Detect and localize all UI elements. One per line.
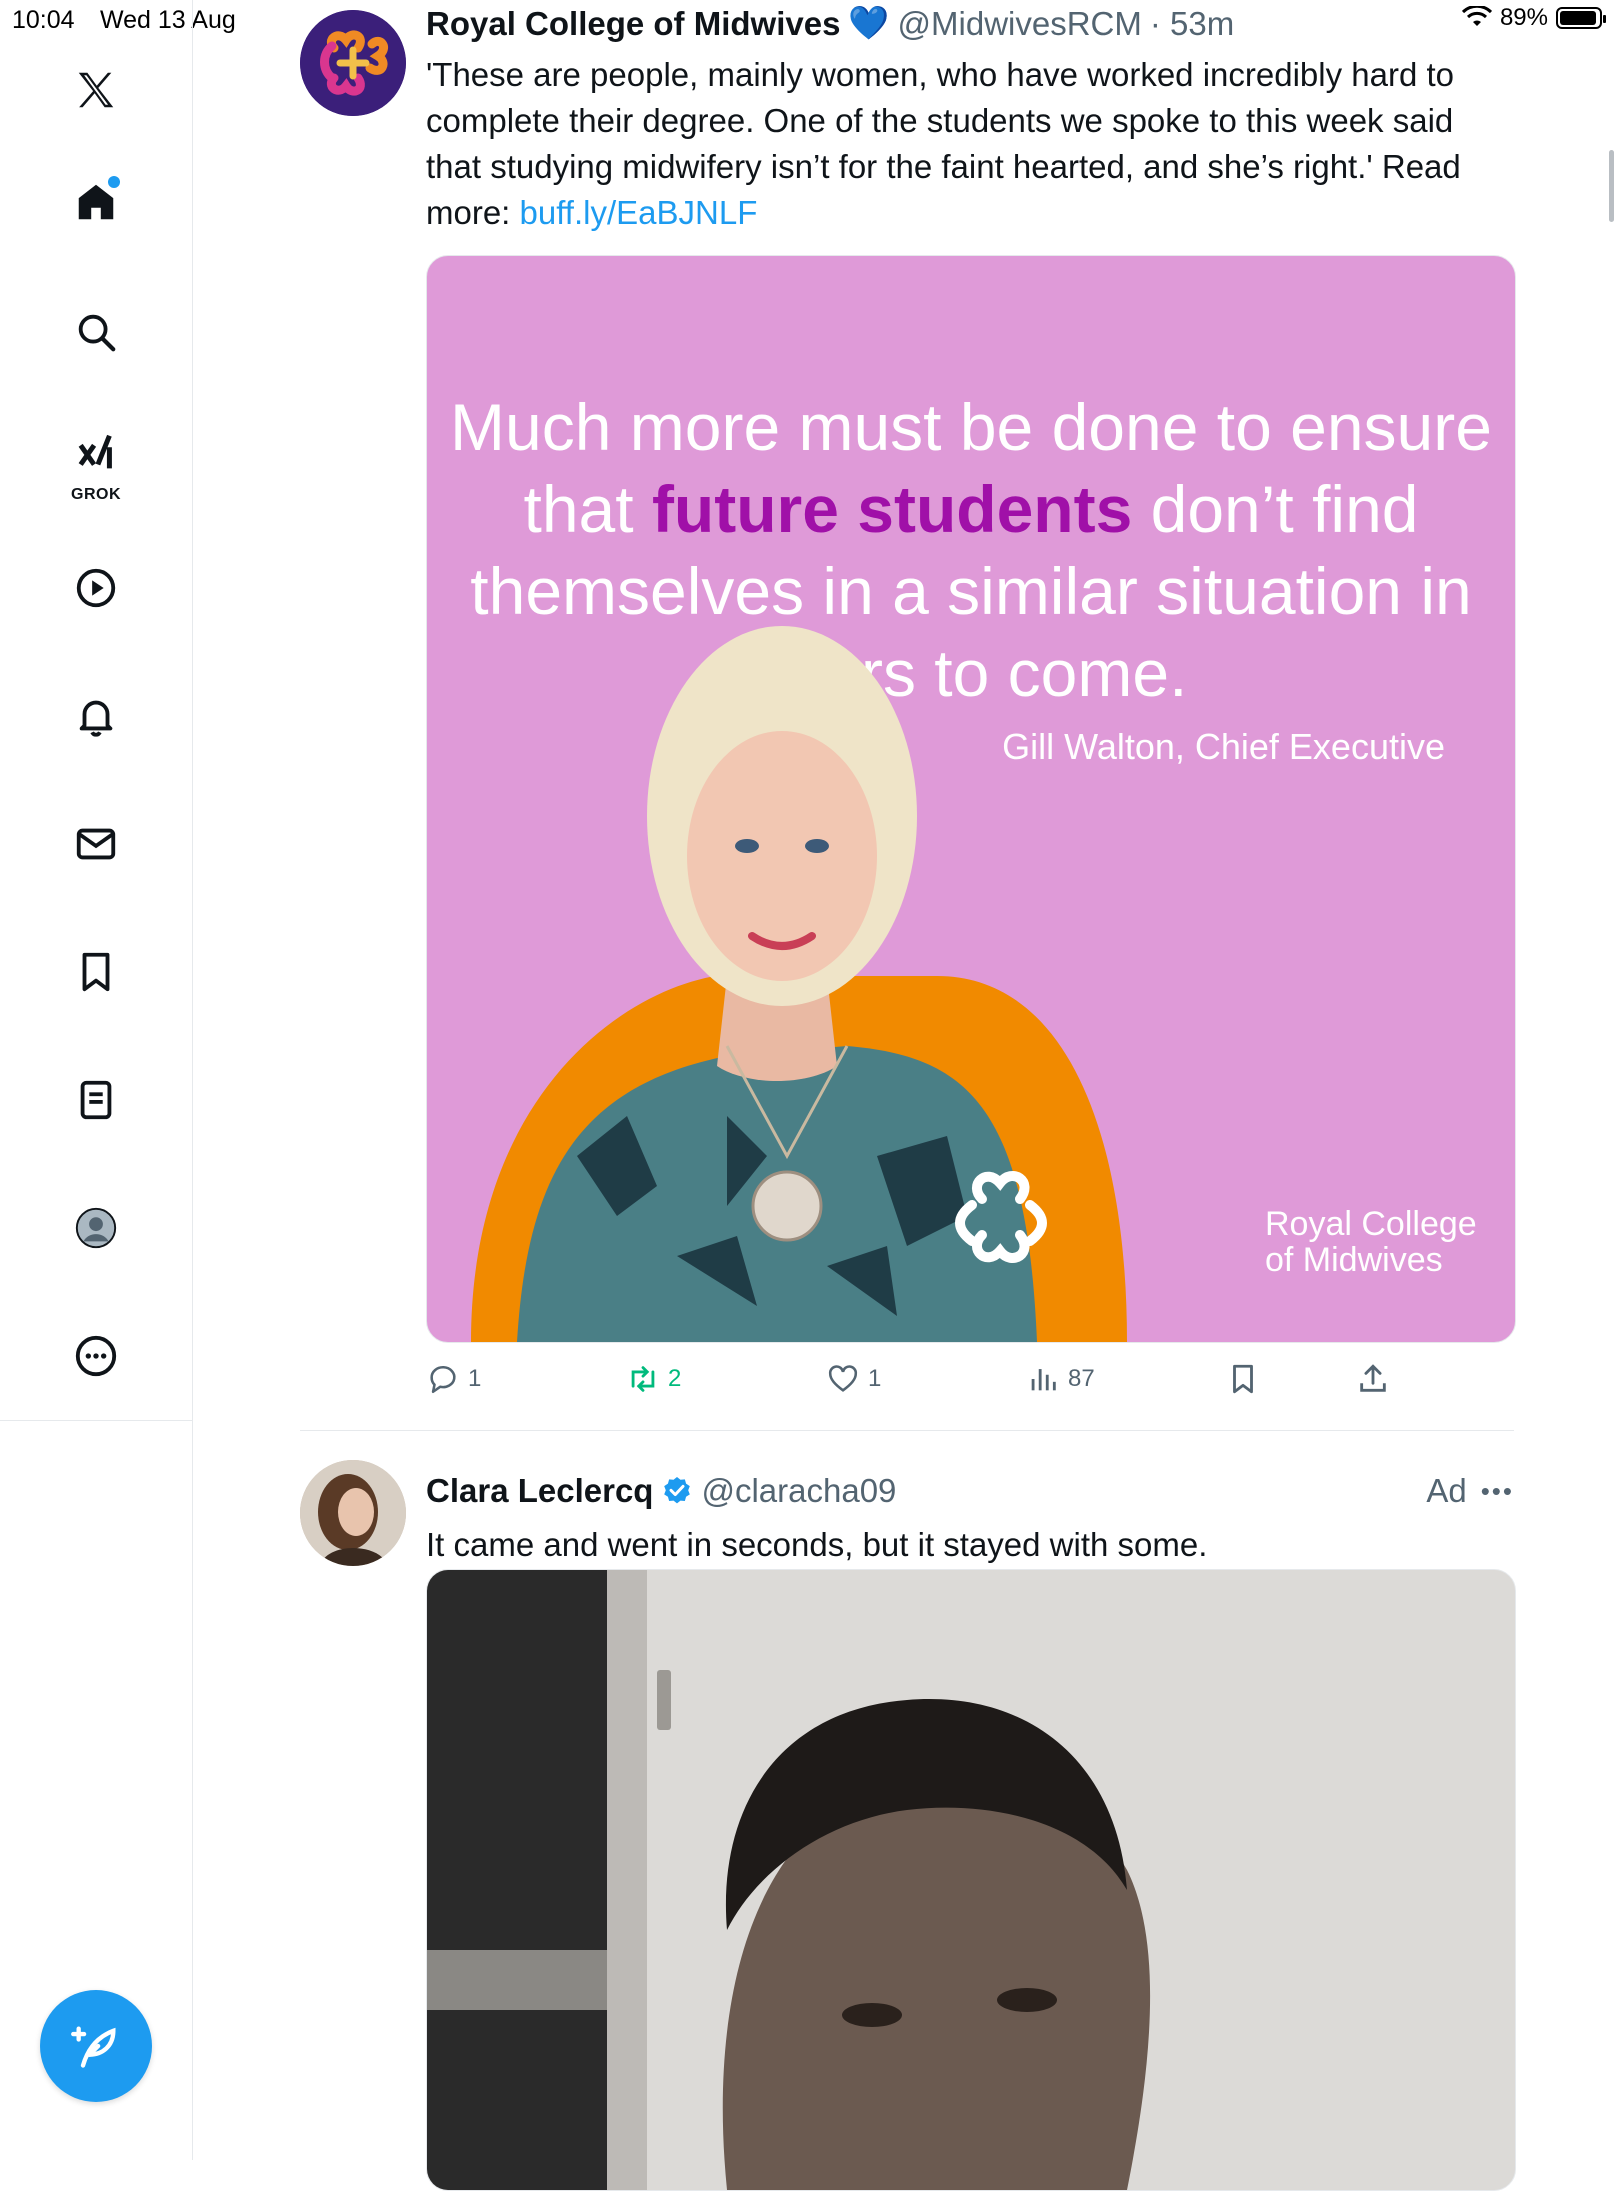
bell-icon <box>79 700 113 737</box>
heart-icon <box>828 1365 858 1392</box>
sidebar-item-bookmarks[interactable] <box>66 942 126 1002</box>
author-name[interactable]: Royal College of Midwives <box>426 5 840 43</box>
ad-label-group: Ad ••• <box>1426 1472 1514 1510</box>
logo-line-1: Royal College <box>1265 1205 1477 1243</box>
tweet-media-image[interactable] <box>426 1569 1516 2191</box>
sidebar-divider <box>0 1420 192 1421</box>
sidebar-item-grok[interactable]: GROK <box>66 420 126 503</box>
sidebar-item-home[interactable] <box>66 172 126 232</box>
sidebar-item-more[interactable] <box>66 1326 126 1386</box>
tweet-link[interactable]: buff.ly/EaBJNLF <box>520 194 758 231</box>
play-icon <box>76 568 116 608</box>
bookmark-button[interactable] <box>1226 1362 1260 1396</box>
rcm-logo-text: Royal College of Midwives <box>1265 1206 1477 1278</box>
views-button[interactable]: 87 <box>1026 1362 1095 1396</box>
sidebar-item-messages[interactable] <box>66 814 126 874</box>
logo-line-2: of Midwives <box>1265 1241 1443 1279</box>
like-button[interactable]: 1 <box>826 1362 881 1396</box>
sidebar-item-explore[interactable] <box>66 302 126 362</box>
author-name[interactable]: Clara Leclercq <box>426 1472 653 1510</box>
scrollbar[interactable] <box>1609 150 1614 222</box>
share-button[interactable] <box>1356 1362 1390 1396</box>
rcm-avatar[interactable] <box>300 10 406 116</box>
tweet-author-line: Royal College of Midwives 💙 @MidwivesRCM… <box>426 4 1234 43</box>
rcm-logo-icon <box>300 10 406 116</box>
mail-icon <box>76 828 116 860</box>
clara-photo <box>300 1460 406 1566</box>
repost-button[interactable]: 2 <box>626 1362 681 1396</box>
clara-avatar[interactable] <box>300 1460 406 1566</box>
blue-heart-emoji: 💙 <box>848 4 890 41</box>
tweet-actions: 1 2 1 87 <box>426 1362 1426 1402</box>
ad-label: Ad <box>1426 1472 1467 1509</box>
bookmark-icon <box>82 952 110 992</box>
compose-feather-icon <box>71 2026 116 2068</box>
tweet-media-image[interactable]: Much more must be done to ensure that fu… <box>426 255 1516 1343</box>
portrait-illustration <box>471 626 1127 1342</box>
bookmark-icon <box>1233 1364 1253 1394</box>
sidebar-item-lists[interactable] <box>66 1070 126 1130</box>
tweet-rcm[interactable]: Royal College of Midwives 💙 @MidwivesRCM… <box>300 0 1516 1430</box>
views-chart-icon <box>1031 1369 1056 1391</box>
sidebar-item-videos[interactable] <box>66 558 126 618</box>
battery-icon <box>1556 7 1606 29</box>
grok-icon <box>78 434 112 469</box>
like-count: 1 <box>868 1365 882 1392</box>
reply-icon <box>430 1366 456 1394</box>
author-handle[interactable]: @claracha09 <box>701 1472 896 1510</box>
repost-icon <box>631 1366 655 1392</box>
list-icon <box>80 1080 112 1120</box>
more-options-icon[interactable]: ••• <box>1481 1476 1514 1507</box>
sidebar-item-notifications[interactable] <box>66 686 126 746</box>
tweet-clara-ad[interactable]: Clara Leclercq @claracha09 Ad ••• It cam… <box>300 1460 1516 2191</box>
repost-count: 2 <box>668 1365 682 1392</box>
tweet-body: 'These are people, mainly women, who hav… <box>426 52 1516 236</box>
views-count: 87 <box>1068 1365 1095 1392</box>
more-icon <box>75 1335 117 1377</box>
compose-button[interactable] <box>40 1990 152 2102</box>
sidebar-item-profile[interactable] <box>66 1198 126 1258</box>
x-logo-icon[interactable] <box>66 60 126 120</box>
sidebar: GROK <box>0 0 193 2160</box>
reply-count: 1 <box>468 1365 482 1392</box>
tweet-author-line: Clara Leclercq @claracha09 <box>426 1472 896 1510</box>
search-icon <box>78 314 116 352</box>
tweet-time[interactable]: · 53m <box>1150 5 1234 43</box>
portrait-photo <box>427 1570 1515 2190</box>
notification-dot <box>108 176 120 188</box>
reply-button[interactable]: 1 <box>426 1362 481 1396</box>
grok-label: GROK <box>71 486 121 503</box>
tweet-divider <box>300 1430 1514 1431</box>
profile-icon <box>75 1207 117 1249</box>
author-handle[interactable]: @MidwivesRCM <box>898 5 1142 43</box>
tweet-text: It came and went in seconds, but it stay… <box>426 1526 1208 1563</box>
verified-badge-icon <box>664 1477 691 1504</box>
share-icon <box>1360 1364 1386 1392</box>
